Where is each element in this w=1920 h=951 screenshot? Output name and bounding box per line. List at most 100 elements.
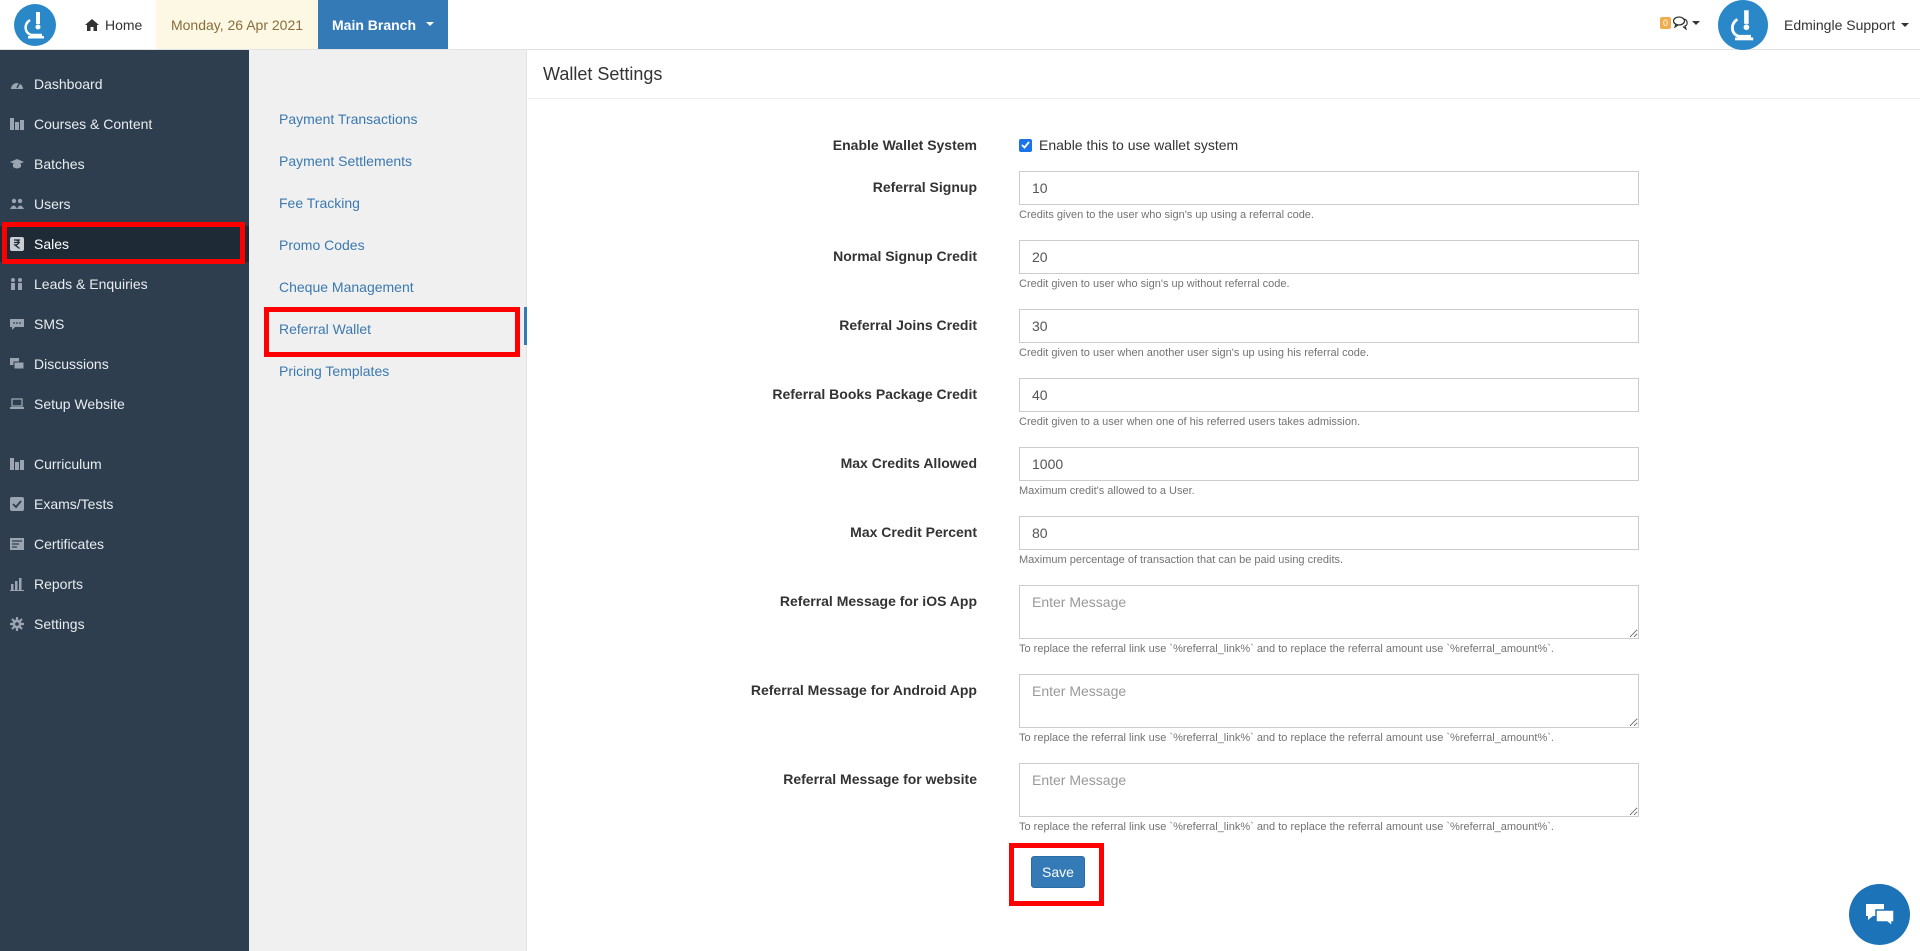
active-indicator [524, 307, 527, 345]
bar-chart-icon [10, 577, 24, 591]
website-message-label: Referral Message for website [783, 771, 977, 787]
website-message-textarea[interactable] [1019, 763, 1639, 817]
chat-icon [1865, 903, 1895, 928]
sidebar-item-settings[interactable]: Settings [0, 606, 249, 642]
max-credits-allowed-input[interactable] [1019, 447, 1639, 481]
home-icon [85, 18, 99, 31]
user-avatar[interactable] [1718, 0, 1768, 50]
enable-wallet-checkbox[interactable] [1019, 138, 1032, 152]
sidebar-item-users[interactable]: Users [0, 186, 249, 222]
sidebar-item-batches[interactable]: Batches [0, 146, 249, 182]
sidebar-item-label: Exams/Tests [34, 496, 114, 512]
sidebar-item-label: Dashboard [34, 76, 103, 92]
sidebar-item-reports[interactable]: Reports [0, 566, 249, 602]
sidebar-item-label: Sales [34, 236, 70, 252]
max-credits-allowed-help: Maximum credit's allowed to a User. [1019, 485, 1195, 497]
sidebar-item-curriculum[interactable]: Curriculum [0, 446, 249, 482]
submenu-item-pricing-templates[interactable]: Pricing Templates [279, 363, 389, 379]
sms-icon [10, 317, 24, 331]
sidebar-item-leads[interactable]: Leads & Enquiries [0, 266, 249, 302]
ios-message-label: Referral Message for iOS App [779, 593, 977, 609]
notification-count-badge: 0 [1660, 17, 1672, 29]
users-icon [10, 197, 24, 211]
sidebar-item-exams[interactable]: Exams/Tests [0, 486, 249, 522]
caret-down-icon [426, 22, 434, 26]
page-title: Wallet Settings [543, 64, 663, 84]
normal-signup-credit-help: Credit given to user who sign's up witho… [1019, 278, 1290, 290]
sidebar-item-courses[interactable]: Courses & Content [0, 106, 249, 142]
referral-books-package-credit-label: Referral Books Package Credit [772, 386, 977, 402]
sidebar-item-label: Users [34, 196, 71, 212]
android-message-help: To replace the referral link use `%refer… [1019, 732, 1554, 744]
user-name-label: Edmingle Support [1784, 16, 1896, 33]
save-button[interactable]: Save [1031, 856, 1085, 888]
app-logo[interactable] [14, 4, 56, 46]
live-chat-button[interactable] [1849, 884, 1910, 945]
sidebar-item-label: Settings [34, 616, 85, 632]
referral-signup-help: Credits given to the user who sign's up … [1019, 209, 1314, 221]
sidebar-item-setup-website[interactable]: Setup Website [0, 386, 249, 422]
sidebar-item-label: Leads & Enquiries [34, 276, 148, 292]
main-sidebar: Dashboard Courses & Content Batches User… [0, 50, 249, 951]
microscope-icon [1730, 10, 1754, 41]
sidebar-item-sales[interactable]: Sales [0, 226, 249, 262]
sidebar-item-label: Batches [34, 156, 85, 172]
sidebar-item-label: Discussions [34, 356, 109, 372]
sales-submenu: Payment Transactions Payment Settlements… [249, 50, 527, 951]
ios-message-textarea[interactable] [1019, 585, 1639, 639]
branch-label: Main Branch [332, 16, 417, 33]
submenu-item-fee-tracking[interactable]: Fee Tracking [279, 195, 360, 211]
referral-books-package-credit-input[interactable] [1019, 378, 1639, 412]
normal-signup-credit-label: Normal Signup Credit [833, 248, 977, 264]
max-credits-allowed-label: Max Credits Allowed [840, 455, 977, 471]
gear-icon [10, 617, 24, 631]
sidebar-item-label: Curriculum [34, 456, 102, 472]
sidebar-item-label: Courses & Content [34, 116, 153, 132]
referral-signup-label: Referral Signup [872, 179, 977, 195]
notifications-dropdown[interactable]: 0 [1660, 16, 1701, 30]
android-message-label: Referral Message for Android App [750, 682, 977, 698]
max-credit-percent-label: Max Credit Percent [850, 524, 977, 540]
normal-signup-credit-input[interactable] [1019, 240, 1639, 274]
caret-down-icon [1692, 21, 1701, 25]
user-menu[interactable]: Edmingle Support [1784, 0, 1910, 49]
certificate-icon [10, 537, 24, 551]
android-message-textarea[interactable] [1019, 674, 1639, 728]
batches-icon [10, 157, 24, 171]
submenu-item-payment-transactions[interactable]: Payment Transactions [279, 111, 418, 127]
courses-icon [10, 117, 24, 131]
sidebar-item-certificates[interactable]: Certificates [0, 526, 249, 562]
main-content: Wallet Settings Enable Wallet System Ena… [528, 50, 1920, 951]
enable-wallet-checkbox-group: Enable this to use wallet system [1019, 137, 1238, 153]
referral-joins-credit-help: Credit given to user when another user s… [1019, 347, 1370, 359]
ios-message-help: To replace the referral link use `%refer… [1019, 643, 1554, 655]
sidebar-item-sms[interactable]: SMS [0, 306, 249, 342]
referral-joins-credit-input[interactable] [1019, 309, 1639, 343]
submenu-item-referral-wallet[interactable]: Referral Wallet [279, 321, 371, 337]
sidebar-item-dashboard[interactable]: Dashboard [0, 66, 249, 102]
referral-books-package-credit-help: Credit given to a user when one of his r… [1019, 416, 1361, 428]
laptop-icon [10, 397, 24, 411]
max-credit-percent-input[interactable] [1019, 516, 1639, 550]
website-message-help: To replace the referral link use `%refer… [1019, 821, 1554, 833]
top-bar: Home Monday, 26 Apr 2021 Main Branch 0 E… [0, 0, 1920, 50]
check-square-icon [10, 497, 24, 511]
microscope-icon [24, 12, 44, 39]
leads-icon [10, 277, 24, 291]
divider [528, 98, 1920, 99]
current-date: Monday, 26 Apr 2021 [156, 0, 318, 49]
submenu-item-promo-codes[interactable]: Promo Codes [279, 237, 365, 253]
branch-selector[interactable]: Main Branch [318, 0, 448, 49]
referral-signup-input[interactable] [1019, 171, 1639, 205]
curriculum-icon [10, 457, 24, 471]
enable-wallet-checkbox-text: Enable this to use wallet system [1039, 137, 1239, 153]
rupee-icon [10, 237, 24, 251]
submenu-item-payment-settlements[interactable]: Payment Settlements [279, 153, 412, 169]
caret-down-icon [1901, 22, 1910, 27]
submenu-item-cheque-management[interactable]: Cheque Management [279, 279, 414, 295]
enable-wallet-label: Enable Wallet System [832, 137, 977, 153]
sidebar-item-label: Certificates [34, 536, 105, 552]
max-credit-percent-help: Maximum percentage of transaction that c… [1019, 554, 1344, 566]
sidebar-item-discussions[interactable]: Discussions [0, 346, 249, 382]
home-link[interactable]: Home [82, 0, 142, 49]
